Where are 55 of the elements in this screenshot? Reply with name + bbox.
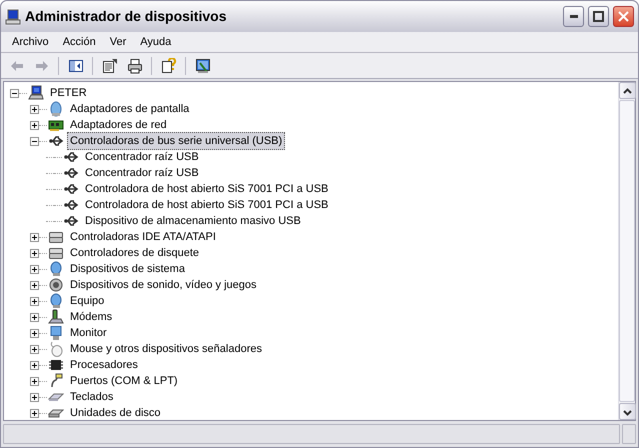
tree-item[interactable]: Módems <box>67 308 116 326</box>
tree-item[interactable]: Controladoras de bus serie universal (USB) <box>67 132 286 150</box>
usb-icon <box>63 165 79 181</box>
tree-item[interactable]: Controladores de disquete <box>67 244 202 262</box>
tree-item[interactable]: Puertos (COM & LPT) <box>67 372 181 390</box>
minimize-icon[interactable] <box>570 15 578 18</box>
computer-icon <box>5 8 21 24</box>
menu-item[interactable]: Ver <box>102 32 134 52</box>
maximize-icon[interactable] <box>593 11 604 22</box>
menu-item[interactable]: Ayuda <box>133 32 178 52</box>
modem-icon <box>48 309 64 325</box>
tree-item[interactable]: Controladoras IDE ATA/ATAPI <box>67 228 219 246</box>
tree-item[interactable]: Equipo <box>67 292 108 310</box>
usb-icon <box>63 181 79 197</box>
usb-icon <box>63 197 79 213</box>
panel-toggle-icon[interactable] <box>68 58 84 74</box>
status-pane <box>622 424 636 444</box>
chip-icon <box>48 357 64 373</box>
tree-item[interactable]: Concentrador raíz USB <box>82 148 202 166</box>
vertical-scrollbar[interactable] <box>618 82 635 420</box>
tree-item[interactable]: Controladora de host abierto SiS 7001 PCI a USB <box>82 180 332 198</box>
tree-item[interactable]: Unidades de disco <box>67 404 164 420</box>
menu-item[interactable]: Archivo <box>5 32 56 52</box>
close-icon[interactable] <box>618 11 629 22</box>
tree-item[interactable]: Dispositivos de sistema <box>67 260 188 278</box>
usb-icon <box>63 149 79 165</box>
port-cable-icon <box>48 373 64 389</box>
computer-icon <box>28 85 44 101</box>
tree-item[interactable]: Dispositivos de sonido, vídeo y juegos <box>67 276 260 294</box>
close-button[interactable] <box>613 6 634 27</box>
tree-item[interactable]: Adaptadores de pantalla <box>67 100 192 118</box>
tree-item[interactable]: Controladora de host abierto SiS 7001 PCI a USB <box>82 196 332 214</box>
tree-item[interactable]: Mouse y otros dispositivos señaladores <box>67 340 265 358</box>
minimize-button[interactable] <box>563 6 584 27</box>
scan-hardware-icon[interactable] <box>194 58 210 74</box>
tree-item[interactable]: Concentrador raíz USB <box>82 164 202 182</box>
help-icon[interactable] <box>160 58 176 74</box>
tree-item[interactable]: Procesadores <box>67 356 141 374</box>
tree-item[interactable]: PETER <box>47 84 90 102</box>
printer-icon[interactable] <box>126 58 142 74</box>
mouse-icon <box>48 341 64 357</box>
tree-item[interactable]: Teclados <box>67 388 116 406</box>
drive-icon <box>48 245 64 261</box>
properties-icon[interactable] <box>102 58 118 74</box>
monitor-icon <box>48 325 64 341</box>
speaker-icon <box>48 277 64 293</box>
menu-item[interactable]: Acción <box>56 32 103 52</box>
window-title: Administrador de dispositivos <box>25 7 228 26</box>
usb-icon <box>63 213 79 229</box>
tree-item[interactable]: Adaptadores de red <box>67 116 170 134</box>
drive-icon <box>48 229 64 245</box>
tree-item[interactable]: Monitor <box>67 324 110 342</box>
maximize-button[interactable] <box>588 6 609 27</box>
usb-icon <box>48 133 64 149</box>
tree-item[interactable]: Dispositivo de almacenamiento masivo USB <box>82 212 304 230</box>
